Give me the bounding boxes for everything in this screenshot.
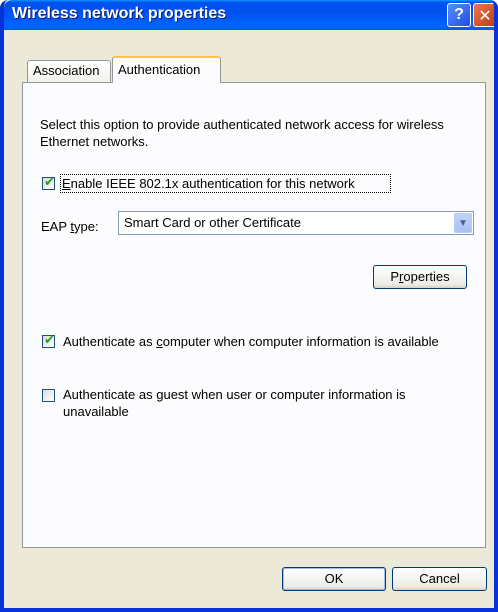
- auth-computer-label[interactable]: Authenticate as computer when computer i…: [63, 333, 439, 350]
- auth-computer-checkbox[interactable]: ✔: [42, 333, 55, 348]
- properties-button[interactable]: Properties: [373, 265, 467, 289]
- auth-guest-label[interactable]: Authenticate as guest when user or compu…: [63, 386, 406, 420]
- eap-type-select[interactable]: Smart Card or other Certificate ▼: [118, 211, 474, 235]
- dialog-window: Wireless network properties ? ✕ Associat…: [0, 0, 498, 612]
- tab-association[interactable]: Association: [27, 60, 111, 82]
- enable-8021x-checkbox[interactable]: ✔: [42, 175, 55, 190]
- label-accel: E: [62, 176, 71, 191]
- chevron-down-icon: ▼: [458, 217, 468, 229]
- checkmark-icon: ✔: [44, 175, 55, 190]
- auth-guest-checkbox[interactable]: [42, 389, 55, 402]
- help-button[interactable]: ?: [447, 3, 471, 27]
- label-part: EAP: [41, 219, 71, 234]
- label-part: Authenticate as: [63, 387, 157, 402]
- enable-8021x-label[interactable]: Enable IEEE 802.1x authentication for th…: [62, 175, 355, 192]
- close-button[interactable]: ✕: [473, 3, 494, 27]
- cancel-button[interactable]: Cancel: [392, 567, 487, 591]
- label-part: unavailable: [63, 404, 129, 419]
- authentication-panel: [22, 82, 486, 548]
- checkmark-icon: ✔: [44, 333, 55, 348]
- window-title: Wireless network properties: [12, 5, 227, 22]
- title-bar[interactable]: Wireless network properties ? ✕: [4, 0, 494, 30]
- label-part: nable IEEE 802.1x authentication for thi…: [70, 176, 355, 191]
- close-icon: ✕: [478, 5, 492, 25]
- eap-type-label: EAP type:: [41, 218, 99, 235]
- dropdown-button[interactable]: ▼: [454, 213, 472, 233]
- label-part: omputer when computer information is ava…: [162, 334, 439, 349]
- eap-type-value: Smart Card or other Certificate: [124, 215, 302, 230]
- help-icon: ?: [454, 6, 464, 23]
- label-part: uest when user or computer information i…: [163, 387, 406, 402]
- ok-button[interactable]: OK: [282, 567, 386, 591]
- description-text: Select this option to provide authentica…: [40, 117, 444, 149]
- label-part: P: [390, 269, 400, 284]
- label-part: Authenticate as: [63, 334, 157, 349]
- tab-authentication[interactable]: Authentication: [112, 56, 221, 83]
- label-part: ype:: [74, 219, 99, 234]
- label-part: operties: [403, 269, 450, 284]
